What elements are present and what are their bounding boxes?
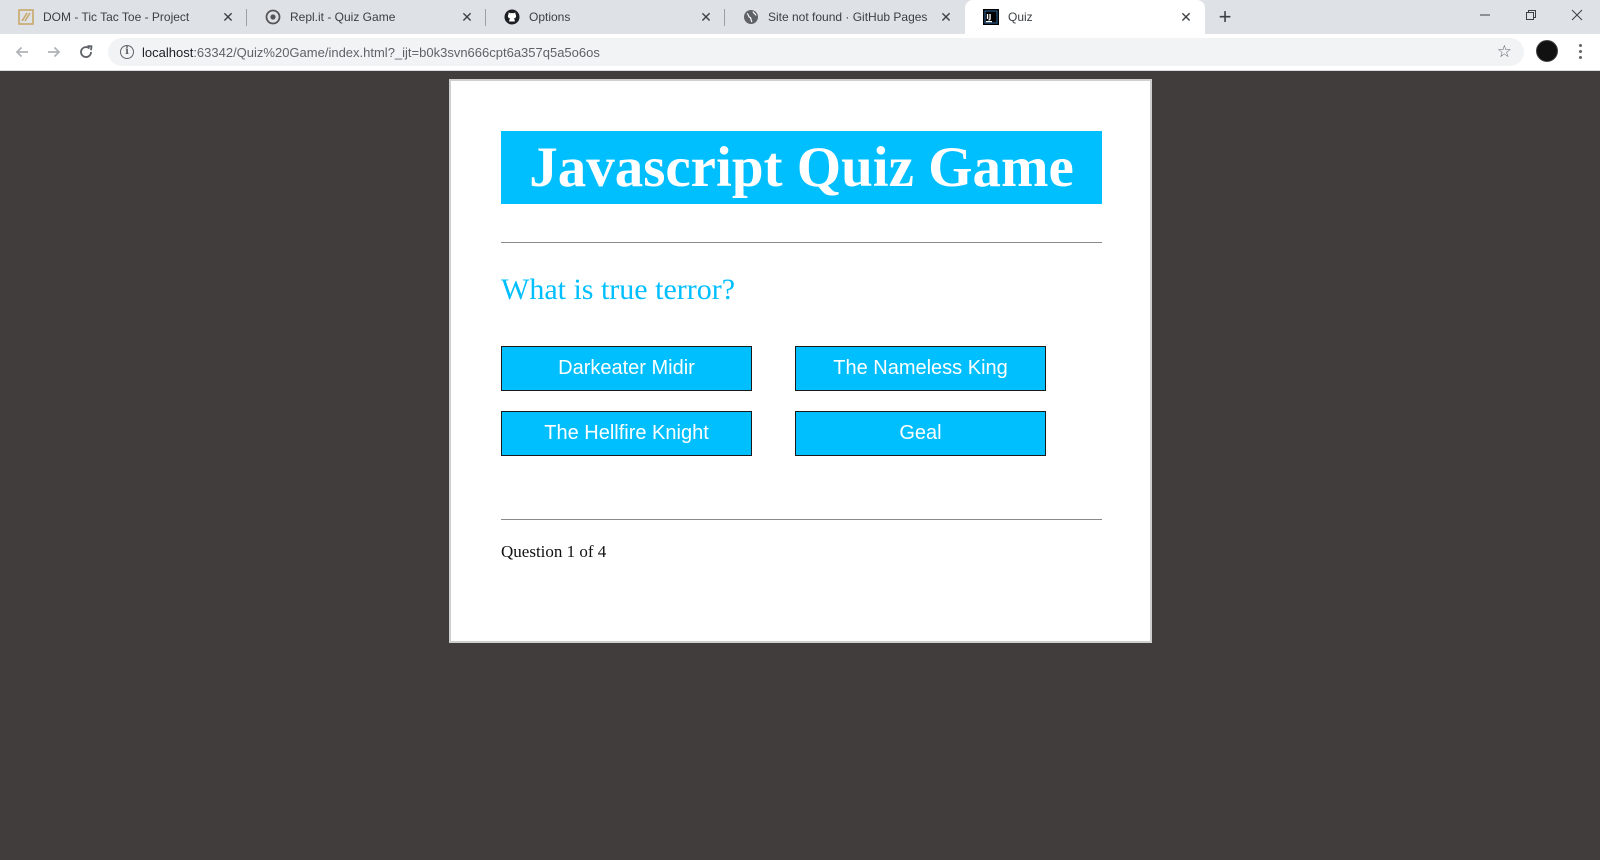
tab-title: Site not found · GitHub Pages <box>768 10 928 24</box>
close-icon[interactable]: ✕ <box>1177 8 1195 26</box>
info-icon[interactable]: i <box>120 45 134 59</box>
tab-title: DOM - Tic Tac Toe - Project <box>43 10 190 24</box>
svg-text:IJ: IJ <box>986 13 991 21</box>
star-icon[interactable]: ☆ <box>1497 42 1512 62</box>
close-icon[interactable]: ✕ <box>697 8 715 26</box>
arrow-right-icon <box>48 46 61 58</box>
tab-tic-tac-toe[interactable]: DOM - Tic Tac Toe - Project ✕ <box>0 0 247 34</box>
avatar[interactable] <box>1536 40 1558 62</box>
question-progress: Question 1 of 4 <box>501 542 607 561</box>
choice-button-2[interactable]: The Nameless King <box>795 346 1046 391</box>
page-title: Javascript Quiz Game <box>501 131 1102 204</box>
replit-icon <box>265 9 281 25</box>
tab-github-pages[interactable]: Site not found · GitHub Pages ✕ <box>725 0 965 34</box>
choice-button-3[interactable]: The Hellfire Knight <box>501 411 752 456</box>
tab-options[interactable]: Options ✕ <box>486 0 725 34</box>
kebab-menu-icon[interactable] <box>1572 40 1588 62</box>
url-text: localhost:63342/Quiz%20Game/index.html?_… <box>142 45 600 60</box>
back-button[interactable] <box>8 38 36 66</box>
url-host: localhost <box>142 44 194 60</box>
restore-button[interactable] <box>1508 0 1554 30</box>
choice-button-4[interactable]: Geal <box>795 411 1046 456</box>
reload-button[interactable] <box>72 38 100 66</box>
forward-button[interactable] <box>40 38 68 66</box>
new-tab-button[interactable]: + <box>1212 5 1238 31</box>
divider-bottom <box>501 519 1102 520</box>
theodinproject-icon <box>18 9 34 25</box>
browser-toolbar: i localhost:63342/Quiz%20Game/index.html… <box>0 34 1600 71</box>
close-icon[interactable]: ✕ <box>937 8 955 26</box>
tab-strip: DOM - Tic Tac Toe - Project ✕ Repl.it - … <box>0 0 1600 34</box>
reload-icon <box>80 45 93 58</box>
tab-replit[interactable]: Repl.it - Quiz Game ✕ <box>247 0 486 34</box>
divider-top <box>501 242 1102 243</box>
tab-title: Options <box>529 10 571 24</box>
intellij-icon: IJ <box>983 9 999 25</box>
close-window-button[interactable] <box>1554 0 1600 30</box>
url-path: :63342/Quiz%20Game/index.html?_ijt=b0k3s… <box>193 44 600 60</box>
tab-title: Repl.it - Quiz Game <box>290 10 396 24</box>
quiz-container: Javascript Quiz Game What is true terror… <box>449 79 1152 643</box>
address-bar[interactable]: i localhost:63342/Quiz%20Game/index.html… <box>108 38 1524 66</box>
github-icon <box>504 9 520 25</box>
question-text: What is true terror? <box>501 273 736 306</box>
restore-icon <box>1526 10 1536 20</box>
globe-icon <box>743 9 759 25</box>
close-icon[interactable]: ✕ <box>219 8 237 26</box>
choice-button-1[interactable]: Darkeater Midir <box>501 346 752 391</box>
close-icon <box>1571 9 1583 21</box>
tab-title: Quiz <box>1008 10 1033 24</box>
arrow-left-icon <box>15 46 28 58</box>
tab-quiz[interactable]: IJ Quiz ✕ <box>965 0 1205 34</box>
minimize-button[interactable] <box>1462 0 1508 30</box>
minimize-icon <box>1480 14 1490 16</box>
close-icon[interactable]: ✕ <box>458 8 476 26</box>
